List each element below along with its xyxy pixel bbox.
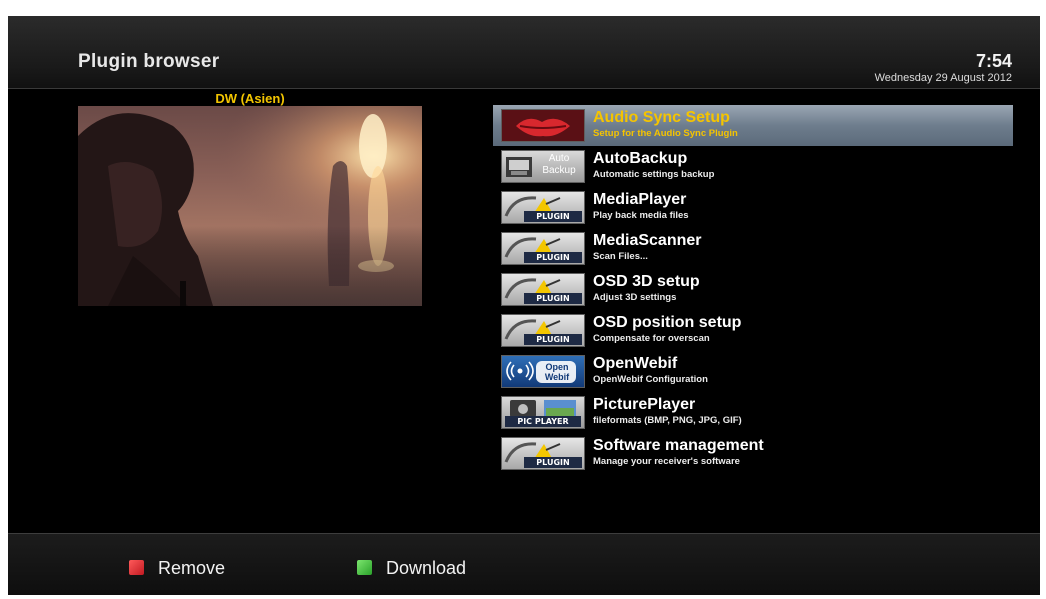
plugin-description: Adjust 3D settings bbox=[593, 292, 677, 303]
icon-text: PLUGIN bbox=[524, 252, 582, 263]
plugin-name: PicturePlayer bbox=[593, 396, 696, 413]
tv-preview bbox=[78, 106, 422, 306]
plugin-icon: PLUGIN bbox=[501, 314, 585, 347]
pic-player-icon: PIC PLAYER bbox=[501, 396, 585, 429]
plugin-item-pictureplayer[interactable]: PIC PLAYER PicturePlayer fileformats (BM… bbox=[493, 392, 1013, 433]
icon-text: PLUGIN bbox=[524, 211, 582, 222]
plugin-name: MediaScanner bbox=[593, 232, 702, 249]
plugin-name: Audio Sync Setup bbox=[593, 109, 730, 126]
clock-time: 7:54 bbox=[975, 51, 1012, 71]
plugin-list: Audio Sync Setup Setup for the Audio Syn… bbox=[493, 105, 1013, 474]
plugin-name: MediaPlayer bbox=[593, 191, 687, 208]
plugin-item-mediascanner[interactable]: PLUGIN MediaScanner Scan Files... bbox=[493, 228, 1013, 269]
plugin-description: Scan Files... bbox=[593, 251, 648, 262]
plugin-description: fileformats (BMP, PNG, JPG, GIF) bbox=[593, 415, 742, 426]
plugin-description: OpenWebif Configuration bbox=[593, 374, 708, 385]
icon-text: PLUGIN bbox=[524, 293, 582, 304]
tv-screen: Plugin browser 7:54 Wednesday 29 August … bbox=[8, 16, 1040, 595]
plugin-description: Compensate for overscan bbox=[593, 333, 710, 344]
footer-bar: Remove Download bbox=[8, 533, 1040, 595]
plugin-item-autobackup[interactable]: Auto Backup AutoBackup Automatic setting… bbox=[493, 146, 1013, 187]
channel-name: DW (Asien) bbox=[215, 91, 285, 106]
plugin-icon: PLUGIN bbox=[501, 232, 585, 265]
plugin-description: Setup for the Audio Sync Plugin bbox=[593, 128, 738, 139]
plugin-description: Play back media files bbox=[593, 210, 689, 221]
page-title: Plugin browser bbox=[78, 51, 220, 72]
green-key-icon bbox=[357, 560, 372, 575]
auto-backup-icon: Auto Backup bbox=[501, 150, 585, 183]
plugin-name: OSD 3D setup bbox=[593, 273, 700, 290]
red-key-icon bbox=[129, 560, 144, 575]
plugin-name: AutoBackup bbox=[593, 150, 688, 167]
plugin-item-osd-position-setup[interactable]: PLUGIN OSD position setup Compensate for… bbox=[493, 310, 1013, 351]
plugin-item-osd-3d-setup[interactable]: PLUGIN OSD 3D setup Adjust 3D settings bbox=[493, 269, 1013, 310]
lips-icon bbox=[501, 109, 585, 142]
download-label: Download bbox=[386, 558, 467, 578]
plugin-description: Manage your receiver's software bbox=[593, 456, 740, 467]
icon-text: PLUGIN bbox=[524, 457, 582, 468]
preview-image bbox=[78, 106, 422, 306]
plugin-name: OSD position setup bbox=[593, 314, 742, 331]
plugin-icon: PLUGIN bbox=[501, 191, 585, 224]
icon-text: PIC PLAYER bbox=[505, 416, 581, 427]
header-bar: Plugin browser 7:54 Wednesday 29 August … bbox=[8, 16, 1040, 89]
plugin-icon: PLUGIN bbox=[501, 273, 585, 306]
clock-date: Wednesday 29 August 2012 bbox=[874, 72, 1012, 84]
icon-text: PLUGIN bbox=[524, 334, 582, 345]
plugin-item-audio-sync-setup[interactable]: Audio Sync Setup Setup for the Audio Syn… bbox=[493, 105, 1013, 146]
plugin-item-software-management[interactable]: PLUGIN Software management Manage your r… bbox=[493, 433, 1013, 474]
openwebif-icon: Open Webif bbox=[501, 355, 585, 388]
icon-text: Auto Backup bbox=[542, 153, 576, 176]
plugin-item-openwebif[interactable]: Open Webif OpenWebif OpenWebif Configura… bbox=[493, 351, 1013, 392]
plugin-item-mediaplayer[interactable]: PLUGIN MediaPlayer Play back media files bbox=[493, 187, 1013, 228]
plugin-icon: PLUGIN bbox=[501, 437, 585, 470]
plugin-name: Software management bbox=[593, 437, 764, 454]
remove-label: Remove bbox=[158, 558, 226, 578]
plugin-description: Automatic settings backup bbox=[593, 169, 715, 180]
plugin-name: OpenWebif bbox=[593, 355, 678, 372]
icon-text: Open Webif bbox=[544, 362, 570, 382]
